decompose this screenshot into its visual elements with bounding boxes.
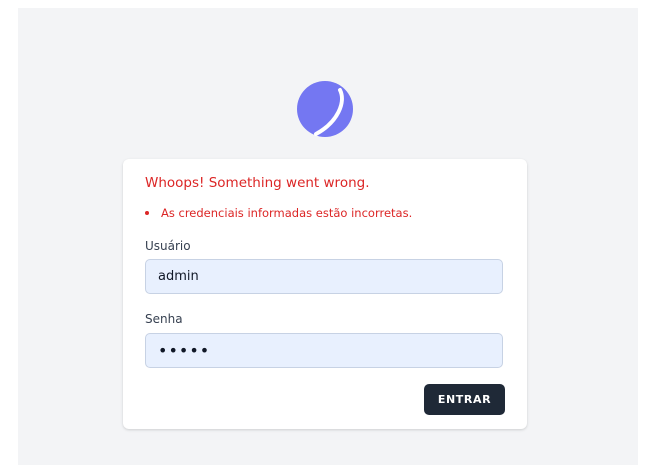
login-card: Whoops! Something went wrong. As credenc… bbox=[123, 159, 527, 429]
error-item: As credenciais informadas estão incorret… bbox=[161, 206, 413, 220]
login-button[interactable]: ENTRAR bbox=[424, 384, 505, 415]
error-title: Whoops! Something went wrong. bbox=[145, 175, 370, 191]
login-page: Whoops! Something went wrong. As credenc… bbox=[18, 8, 638, 465]
moon-logo-icon bbox=[297, 81, 353, 137]
username-label: Usuário bbox=[145, 239, 191, 253]
password-label: Senha bbox=[145, 312, 183, 326]
bullet-icon bbox=[145, 210, 149, 215]
error-list: As credenciais informadas estão incorret… bbox=[145, 206, 412, 220]
password-input[interactable] bbox=[145, 333, 503, 368]
username-input[interactable] bbox=[145, 259, 503, 294]
